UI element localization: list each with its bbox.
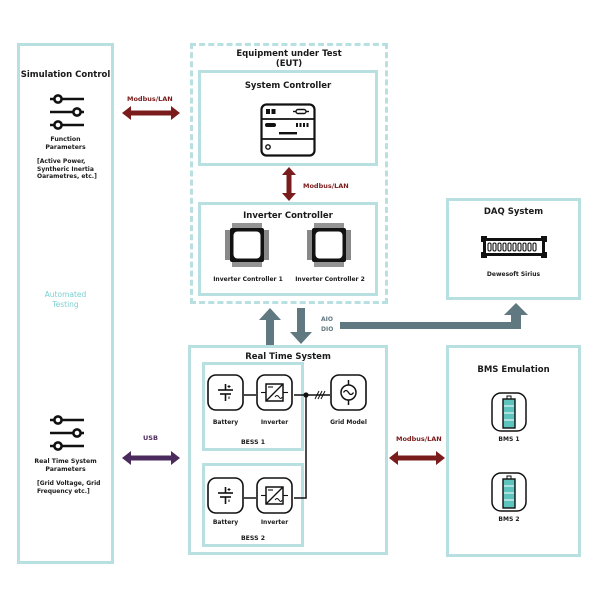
bess-1-battery-label: Battery — [212, 419, 239, 426]
battery-symbol-icon — [207, 477, 244, 514]
eut-title-line2: (EUT) — [275, 59, 303, 69]
chip-icon — [225, 223, 269, 267]
rts-parameters-line2: Parameters — [45, 466, 86, 473]
function-parameters-line2: Parameters — [45, 144, 86, 151]
function-detail-line2: Syntheric Inertia — [37, 165, 94, 173]
daq-signal-arrow-icon — [340, 303, 528, 329]
inverter-controller-1-label: Inverter Controller 1 — [213, 276, 283, 283]
rts-bms-link-label: Modbus/LAN — [396, 435, 442, 443]
bms-2-label: BMS 2 — [498, 516, 520, 523]
down-arrow-icon — [290, 308, 312, 344]
bess-1-inverter-label: Inverter — [260, 419, 289, 426]
bidirectional-arrow-icon — [389, 451, 445, 465]
bidirectional-arrow-icon — [122, 451, 180, 465]
automated-testing-label: Automated Testing — [17, 290, 114, 309]
automated-testing-line2: Testing — [52, 299, 79, 309]
real-time-parameters-detail: [Grid Voltage, Grid Frequency etc.] — [37, 480, 100, 495]
function-parameters-label: Function Parameters — [17, 136, 114, 152]
battery-level-icon — [491, 472, 527, 512]
chip-icon — [307, 223, 351, 267]
automated-testing-line1: Automated — [44, 290, 87, 299]
system-controller-title: System Controller — [244, 81, 332, 91]
bidirectional-arrow-icon — [122, 106, 180, 120]
rts-detail-line1: [Grid Voltage, Grid — [37, 480, 101, 487]
inverter-controller-title: Inverter Controller — [243, 211, 333, 221]
sim-eut-link-label: Modbus/LAN — [127, 95, 173, 103]
function-detail-line3: Oarametres, etc.] — [37, 173, 97, 180]
grid-model-label: Grid Model — [330, 419, 367, 426]
daq-system-title: DAQ System — [483, 207, 544, 217]
inverter-symbol-icon — [256, 477, 293, 514]
aio-label: AIO — [321, 316, 333, 323]
daq-device-label: Dewesoft Sirius — [486, 271, 541, 278]
function-parameters-line1: Function — [50, 136, 81, 143]
controller-device-icon — [260, 103, 316, 157]
bms-1-label: BMS 1 — [498, 436, 520, 443]
system-inverter-link-label: Modbus/LAN — [303, 182, 349, 190]
dio-label: DIO — [321, 326, 334, 333]
bms-emulation-box: BMS Emulation — [446, 345, 581, 557]
function-detail-line1: [Active Power, — [37, 158, 86, 165]
bms-emulation-title: BMS Emulation — [477, 365, 550, 375]
sim-rts-link-label: USB — [143, 434, 158, 442]
function-parameters-detail: [Active Power, Syntheric Inertia Oaramet… — [37, 158, 97, 181]
battery-symbol-icon — [207, 374, 244, 411]
rts-detail-line2: Frequency etc.] — [37, 487, 90, 495]
daq-connector-icon — [481, 236, 547, 258]
up-arrow-icon — [259, 308, 281, 346]
sliders-icon — [50, 415, 84, 451]
bidirectional-vertical-arrow-icon — [282, 167, 296, 201]
bess-2-battery-label: Battery — [212, 519, 239, 526]
inverter-symbol-icon — [256, 374, 293, 411]
eut-title: Equipment under Test (EUT) — [190, 49, 388, 69]
simulation-control-title: Simulation Control — [20, 70, 111, 80]
eut-title-line1: Equipment under Test — [236, 49, 342, 59]
battery-level-icon — [491, 392, 527, 432]
grid-model-icon — [330, 374, 367, 411]
sliders-icon — [50, 94, 84, 130]
real-time-parameters-label: Real Time System Parameters — [17, 458, 114, 474]
bess-2-inverter-label: Inverter — [260, 519, 289, 526]
rts-parameters-line1: Real Time System — [34, 458, 97, 465]
inverter-controller-2-label: Inverter Controller 2 — [295, 276, 365, 283]
